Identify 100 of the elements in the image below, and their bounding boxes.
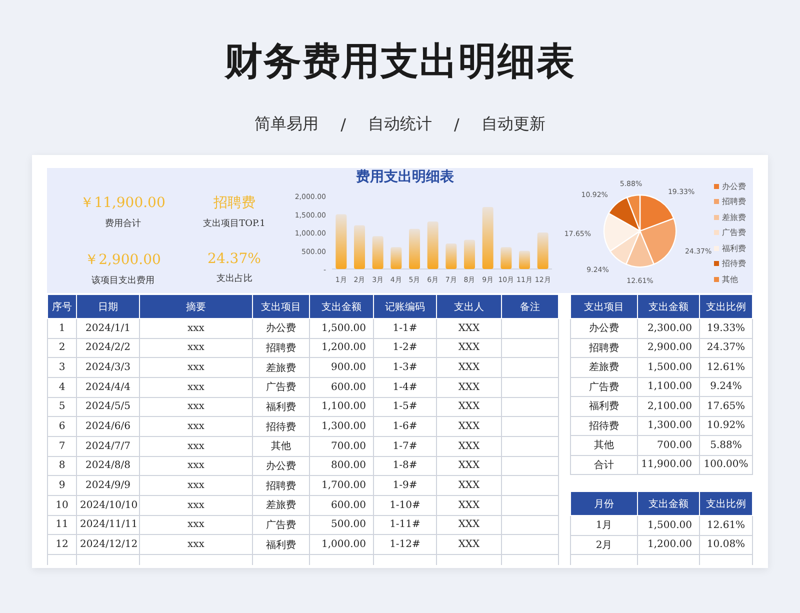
table-cell: 8 bbox=[48, 456, 76, 476]
table-cell: 800.00 bbox=[310, 456, 374, 476]
tagline: / bbox=[340, 114, 346, 134]
table-cell: 2,100.00 bbox=[638, 396, 700, 416]
bar bbox=[372, 236, 384, 269]
table-cell: XXX bbox=[436, 397, 502, 417]
table-cell: 9 bbox=[48, 476, 76, 496]
table-cell: 1-1# bbox=[374, 318, 436, 338]
table-cell: 差旅费 bbox=[252, 358, 310, 378]
table-cell: 17.65% bbox=[700, 396, 752, 416]
table-cell: 19.33% bbox=[700, 318, 752, 338]
column-header: 记账编码 bbox=[374, 295, 436, 318]
table-cell: xxx bbox=[140, 534, 252, 554]
table-cell: 10.08% bbox=[700, 535, 752, 554]
table-cell: 办公费 bbox=[570, 318, 638, 338]
table-cell: 招待费 bbox=[570, 416, 638, 436]
table-cell: 12 bbox=[48, 534, 76, 554]
tagline: 自动统计 bbox=[368, 114, 432, 134]
column-header: 支出比例 bbox=[700, 492, 752, 516]
table-cell: 福利费 bbox=[252, 397, 310, 417]
table-cell: XXX bbox=[436, 377, 502, 398]
table-cell: xxx bbox=[140, 397, 252, 417]
column-header: 支出项目 bbox=[252, 295, 310, 318]
table-cell: 办公费 bbox=[252, 456, 310, 476]
table-cell: 招聘费 bbox=[252, 476, 310, 496]
table-cell: 700.00 bbox=[638, 436, 700, 455]
column-header: 序号 bbox=[48, 295, 76, 318]
table-cell: xxx bbox=[140, 377, 252, 398]
table-cell: 招聘费 bbox=[252, 338, 310, 358]
table-cell: 2024/5/5 bbox=[76, 397, 140, 417]
table-cell: 9.24% bbox=[700, 377, 752, 396]
bar bbox=[464, 240, 475, 269]
bar bbox=[482, 206, 494, 269]
table-cell: xxx bbox=[140, 358, 252, 378]
table-cell: 11 bbox=[48, 515, 76, 535]
table-cell: 1-7# bbox=[374, 436, 436, 456]
tagline: 自动更新 bbox=[481, 114, 546, 134]
table-cell: xxx bbox=[140, 436, 252, 456]
stat-label: 该项目支出费用 bbox=[91, 274, 154, 286]
page-title: 财务费用支出明细表 bbox=[224, 38, 576, 85]
table-cell: 6 bbox=[48, 416, 76, 436]
table-cell: 5.88% bbox=[700, 436, 752, 455]
table-cell: 福利费 bbox=[252, 534, 310, 554]
column-header: 支出比例 bbox=[700, 295, 752, 318]
stat-value: 招聘费 bbox=[213, 194, 256, 212]
table-cell: xxx bbox=[140, 456, 252, 476]
table-cell: XXX bbox=[436, 456, 502, 476]
legend-label: 福利费 bbox=[722, 242, 746, 254]
column-header: 支出金额 bbox=[310, 295, 374, 318]
table-cell: 2月 bbox=[570, 535, 638, 554]
table-cell: 1月 bbox=[570, 516, 638, 535]
table-cell: 1-4# bbox=[374, 377, 436, 398]
bar bbox=[427, 222, 438, 269]
legend-label: 办公费 bbox=[722, 180, 746, 192]
table-cell: 1-5# bbox=[374, 397, 436, 417]
table-cell: 2024/8/8 bbox=[76, 456, 140, 476]
table-cell: 4 bbox=[48, 377, 76, 398]
table-cell: 1,100.00 bbox=[310, 397, 374, 417]
table-cell: 7 bbox=[48, 436, 76, 456]
stat-value: 24.37% bbox=[208, 250, 261, 266]
table-cell: xxx bbox=[140, 318, 252, 338]
table-cell: XXX bbox=[436, 436, 502, 456]
table-cell: 2024/6/6 bbox=[76, 416, 140, 436]
bar bbox=[409, 228, 420, 269]
table-cell: 2024/3/3 bbox=[76, 358, 140, 378]
tagline: / bbox=[454, 114, 460, 134]
table-cell: 1,300.00 bbox=[310, 416, 374, 436]
table-cell: xxx bbox=[140, 476, 252, 496]
table-cell: XXX bbox=[436, 358, 502, 378]
table-cell: 1-12# bbox=[374, 534, 436, 554]
column-header: 支出人 bbox=[436, 295, 502, 318]
stat-label: 支出占比 bbox=[216, 272, 252, 284]
table-cell: 其他 bbox=[252, 436, 310, 456]
table-cell: 办公费 bbox=[252, 318, 310, 338]
table-cell: 1-3# bbox=[374, 358, 436, 378]
table-cell: 1,200.00 bbox=[310, 338, 374, 358]
table-cell: XXX bbox=[436, 515, 502, 535]
table-cell: 2024/2/2 bbox=[76, 338, 140, 358]
table-cell: 12.61% bbox=[700, 358, 752, 377]
table-cell: 1,100.00 bbox=[638, 377, 700, 396]
column-header: 支出金额 bbox=[638, 492, 700, 516]
table-cell: XXX bbox=[436, 318, 502, 338]
table-cell: 500.00 bbox=[310, 515, 374, 535]
table-cell: 广告费 bbox=[570, 377, 638, 396]
table-cell: 1,000.00 bbox=[310, 534, 374, 554]
table-cell: 合计 bbox=[570, 455, 638, 474]
bar bbox=[519, 250, 530, 269]
table-cell: 12.61% bbox=[700, 516, 752, 535]
stat-label: 支出项目TOP.1 bbox=[203, 218, 266, 230]
table-cell: 1-2# bbox=[374, 338, 436, 358]
table-cell: xxx bbox=[140, 515, 252, 535]
legend-label: 招待费 bbox=[722, 258, 746, 269]
table-cell: 2024/11/11 bbox=[76, 515, 140, 535]
table-cell: 10.92% bbox=[700, 416, 752, 436]
table-cell: xxx bbox=[140, 495, 252, 516]
table-cell: 24.37% bbox=[700, 338, 752, 358]
table-cell: 2024/12/12 bbox=[76, 534, 140, 554]
table-cell: 1,200.00 bbox=[638, 535, 700, 554]
table-cell: 2,300.00 bbox=[638, 318, 700, 338]
tagline: 简单易用 bbox=[254, 114, 319, 134]
